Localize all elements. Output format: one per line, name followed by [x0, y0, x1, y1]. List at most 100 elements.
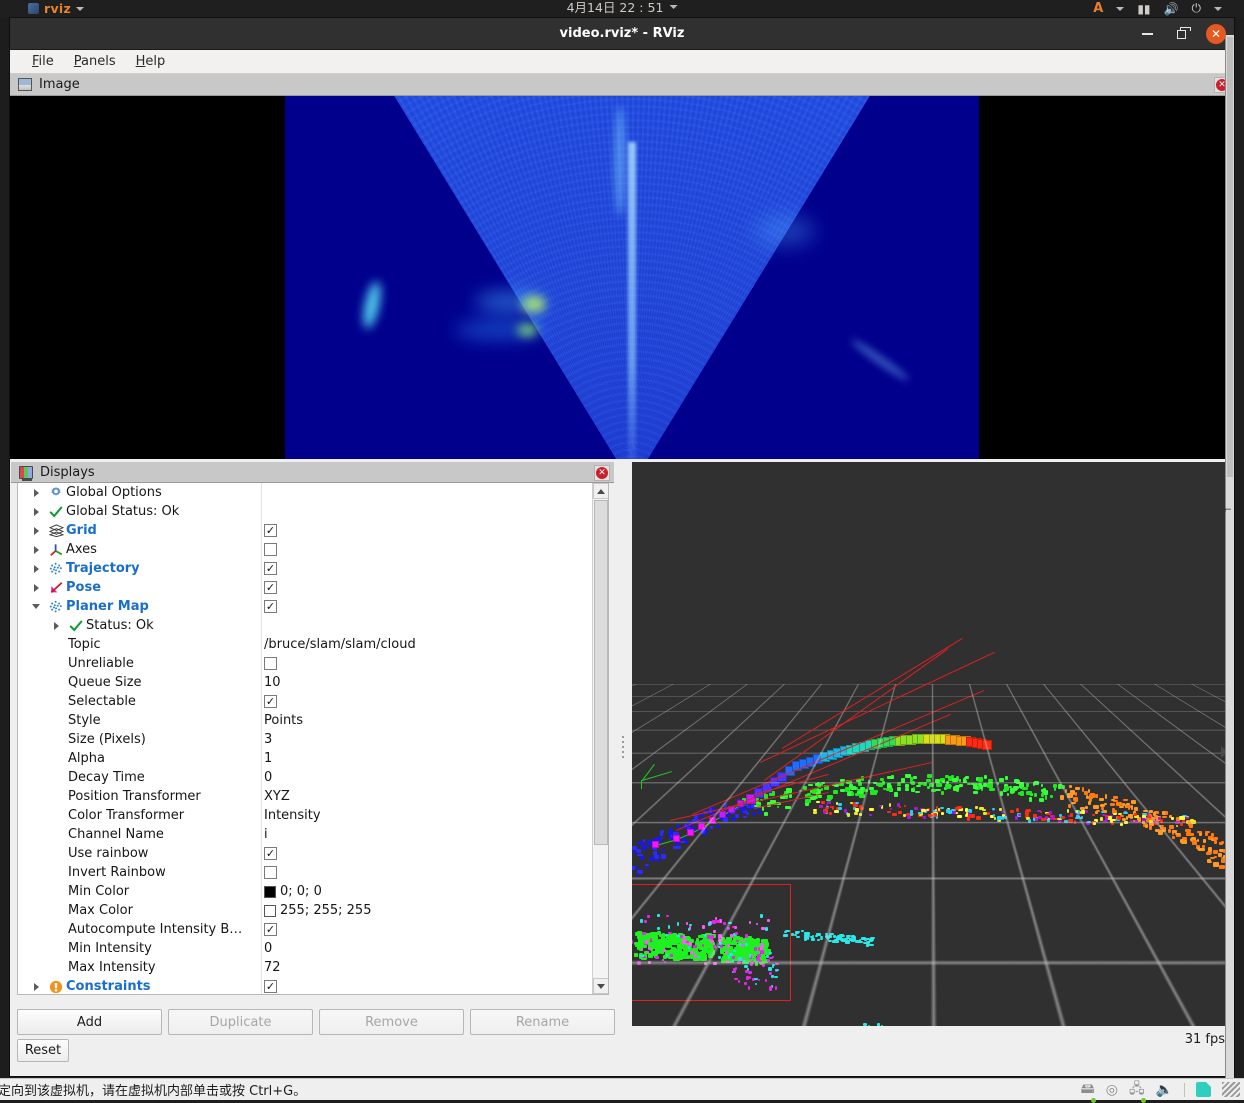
chevron-right-icon[interactable]: [26, 546, 46, 554]
network-icon[interactable]: 🖧: [1129, 1078, 1145, 1102]
display-tree-row[interactable]: Global Options: [18, 483, 598, 502]
edge-scrollbar-thumb[interactable]: [1227, 37, 1233, 477]
accessibility-icon[interactable]: A: [1093, 1, 1103, 16]
display-tree-value[interactable]: ✓: [264, 980, 277, 993]
display-tree-row[interactable]: Max Color 255; 255; 255: [18, 901, 598, 920]
chevron-right-icon[interactable]: [26, 584, 46, 592]
note-icon[interactable]: [1196, 1082, 1211, 1097]
display-tree-row[interactable]: Invert Rainbow: [18, 863, 598, 882]
display-tree-value[interactable]: 0: [264, 941, 272, 956]
display-tree-row[interactable]: Topic/bruce/slam/slam/cloud: [18, 635, 598, 654]
color-swatch[interactable]: [264, 905, 276, 917]
chevron-right-icon[interactable]: [26, 489, 46, 497]
checkbox[interactable]: ✓: [264, 980, 277, 993]
display-tree-value[interactable]: ✓: [264, 581, 277, 594]
desktop-app-indicator[interactable]: rviz: [28, 1, 84, 16]
display-tree-row[interactable]: Planer Map ✓: [18, 597, 598, 616]
display-tree-value[interactable]: 1: [264, 751, 272, 766]
chevron-right-icon[interactable]: [46, 622, 66, 630]
display-tree-value[interactable]: 3: [264, 732, 272, 747]
display-tree-value[interactable]: ✓: [264, 847, 277, 860]
chevron-right-icon[interactable]: [26, 527, 46, 535]
desktop-clock[interactable]: 4月14日 22 : 51: [567, 0, 678, 16]
display-tree-row[interactable]: Axes: [18, 540, 598, 559]
checkbox[interactable]: ✓: [264, 847, 277, 860]
display-tree-value[interactable]: XYZ: [264, 789, 290, 804]
display-tree-row[interactable]: Position Transformer XYZ: [18, 787, 598, 806]
display-tree-row[interactable]: Min Intensity 0: [18, 939, 598, 958]
render-view-3d[interactable]: [632, 462, 1230, 1026]
checkbox[interactable]: ✓: [264, 695, 277, 708]
scroll-down-button[interactable]: [593, 978, 609, 994]
display-tree-value[interactable]: [264, 543, 277, 556]
chevron-right-icon[interactable]: [26, 983, 46, 991]
add-button[interactable]: Add: [17, 1009, 162, 1035]
checkbox[interactable]: ✓: [264, 600, 277, 613]
displays-vertical-scrollbar[interactable]: [592, 483, 608, 994]
color-swatch[interactable]: [264, 886, 276, 898]
display-tree-row[interactable]: Queue Size 10: [18, 673, 598, 692]
power-icon[interactable]: ⏻: [1192, 1, 1202, 16]
display-tree-row[interactable]: Max Intensity 72: [18, 958, 598, 977]
scrollbar-thumb[interactable]: [594, 500, 608, 845]
cd-icon[interactable]: ◎: [1106, 1082, 1118, 1098]
display-tree-value[interactable]: 0; 0; 0: [264, 884, 322, 899]
display-tree-value[interactable]: ✓: [264, 562, 277, 575]
display-tree-row[interactable]: Color Transformer Intensity: [18, 806, 598, 825]
reset-button[interactable]: Reset: [17, 1039, 69, 1062]
display-tree-row[interactable]: Min Color 0; 0; 0: [18, 882, 598, 901]
display-tree-value[interactable]: 72: [264, 960, 281, 975]
volume-icon[interactable]: 🔊: [1164, 2, 1179, 16]
display-tree-value[interactable]: ✓: [264, 524, 277, 537]
checkbox[interactable]: [264, 657, 277, 670]
network-icon[interactable]: ▮▮: [1137, 2, 1150, 16]
checkbox[interactable]: ✓: [264, 562, 277, 575]
display-tree-row[interactable]: Selectable ✓: [18, 692, 598, 711]
panel-splitter[interactable]: [617, 462, 629, 1032]
display-tree-row[interactable]: Size (Pixels) 3: [18, 730, 598, 749]
display-tree-row[interactable]: Pose ✓: [18, 578, 598, 597]
display-tree-value[interactable]: [264, 866, 277, 879]
menu-panels[interactable]: Panels: [64, 52, 126, 71]
display-tree-row[interactable]: Autocompute Intensity B… ✓: [18, 920, 598, 939]
close-button[interactable]: ✕: [1206, 24, 1226, 44]
display-tree-row[interactable]: Status: Ok: [18, 616, 598, 635]
resize-grip-icon[interactable]: [1222, 1082, 1240, 1097]
sound-icon[interactable]: 🔈: [1156, 1082, 1173, 1098]
display-tree-value[interactable]: 10: [264, 675, 281, 690]
checkbox[interactable]: ✓: [264, 581, 277, 594]
menu-help[interactable]: Help: [126, 52, 176, 71]
display-tree-value[interactable]: /bruce/slam/slam/cloud: [264, 637, 416, 652]
display-tree-value[interactable]: ✓: [264, 600, 277, 613]
display-tree-value[interactable]: Points: [264, 713, 303, 728]
checkbox[interactable]: ✓: [264, 524, 277, 537]
chevron-right-icon[interactable]: [26, 508, 46, 516]
maximize-button[interactable]: [1172, 25, 1190, 43]
window-edge-scrollbar[interactable]: ⌐: [1225, 35, 1234, 1096]
displays-panel-close-button[interactable]: ✕: [594, 465, 610, 481]
display-tree-row[interactable]: Channel Name i: [18, 825, 598, 844]
display-tree-value[interactable]: ✓: [264, 695, 277, 708]
display-tree-row-partial[interactable]: Constraints ✓: [18, 977, 598, 995]
checkbox[interactable]: ✓: [264, 923, 277, 936]
display-tree-value[interactable]: Intensity: [264, 808, 321, 823]
disk-icon[interactable]: 🖴: [1081, 1078, 1095, 1102]
menu-file[interactable]: FFileile: [22, 52, 64, 71]
chevron-down-icon[interactable]: [26, 604, 46, 609]
display-tree-value[interactable]: 0: [264, 770, 272, 785]
display-tree-row[interactable]: Trajectory ✓: [18, 559, 598, 578]
display-tree-value[interactable]: ✓: [264, 923, 277, 936]
display-tree-value[interactable]: i: [264, 827, 268, 842]
checkbox[interactable]: [264, 543, 277, 556]
chevron-right-icon[interactable]: [26, 565, 46, 573]
display-tree-row[interactable]: Alpha 1: [18, 749, 598, 768]
minimize-button[interactable]: [1138, 25, 1156, 43]
display-tree-row[interactable]: Decay Time 0: [18, 768, 598, 787]
displays-tree[interactable]: Global Options Global Status: Ok Grid ✓ Axes…: [17, 483, 609, 995]
image-view[interactable]: [10, 96, 1234, 482]
display-tree-row[interactable]: Unreliable: [18, 654, 598, 673]
display-tree-row[interactable]: Use rainbow ✓: [18, 844, 598, 863]
checkbox[interactable]: [264, 866, 277, 879]
display-tree-row[interactable]: Style Points: [18, 711, 598, 730]
scroll-up-button[interactable]: [593, 483, 609, 499]
